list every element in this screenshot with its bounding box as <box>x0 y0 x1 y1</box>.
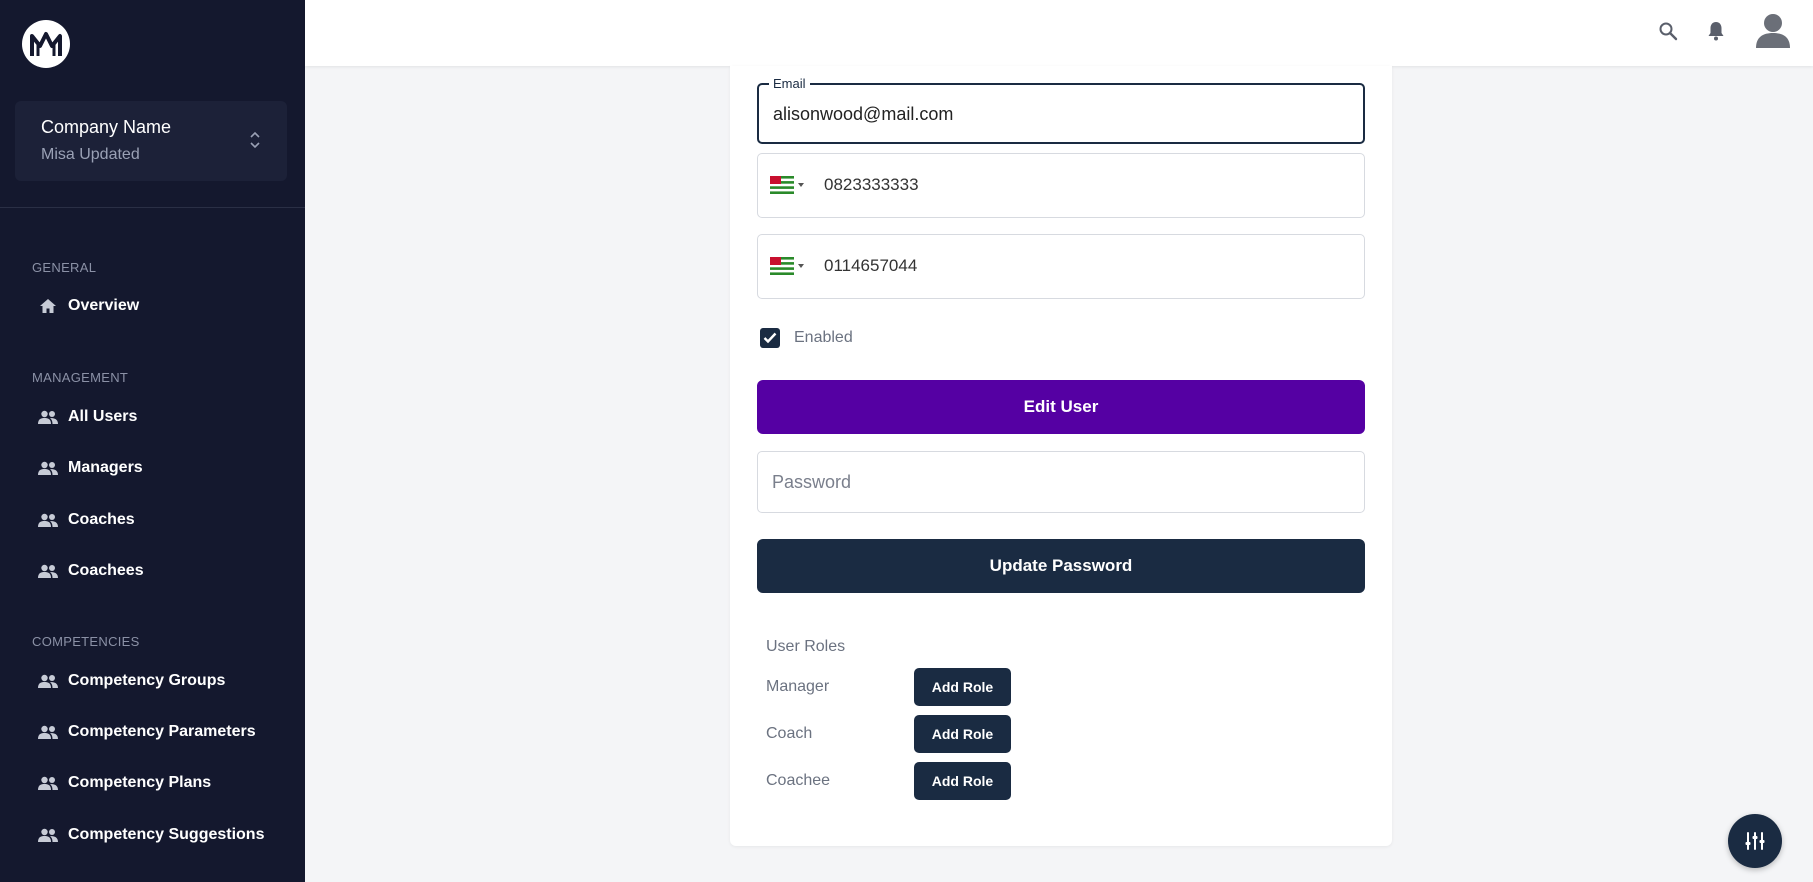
sidebar-item-competency-groups[interactable]: Competency Groups <box>38 667 225 695</box>
password-field[interactable]: Password <box>757 451 1365 513</box>
enabled-checkbox[interactable] <box>760 328 780 348</box>
add-role-button-manager[interactable]: Add Role <box>914 668 1011 706</box>
phone-input-secondary: 0114657044 <box>824 256 918 275</box>
edit-user-card: Email alisonwood@mail.com 0823333333 011… <box>730 66 1392 846</box>
users-icon <box>38 723 58 741</box>
sidebar-item-competency-suggestions[interactable]: Competency Suggestions <box>38 821 264 849</box>
sidebar: Company Name Misa Updated GENERAL Overvi… <box>0 0 305 882</box>
sidebar-item-label: Competency Groups <box>68 672 226 689</box>
sidebar-item-managers[interactable]: Managers <box>38 454 143 482</box>
sidebar-item-competency-parameters[interactable]: Competency Parameters <box>38 718 256 746</box>
settings-sliders-icon <box>1745 832 1765 850</box>
sidebar-item-label: Competency Suggestions <box>68 826 265 843</box>
sidebar-item-coachees[interactable]: Coachees <box>38 557 144 585</box>
users-icon <box>38 562 58 580</box>
sidebar-item-coaches[interactable]: Coaches <box>38 506 135 534</box>
email-label: Email <box>769 76 810 91</box>
avatar-icon[interactable] <box>1753 10 1793 50</box>
sidebar-divider <box>0 207 305 208</box>
company-switcher[interactable]: Company Name Misa Updated <box>15 101 287 181</box>
role-name: Coachee <box>766 772 831 789</box>
chevron-up-down-icon <box>250 131 260 149</box>
users-icon <box>38 408 58 426</box>
sidebar-item-competency-plans[interactable]: Competency Plans <box>38 769 211 797</box>
country-flag-icon[interactable] <box>770 176 794 194</box>
sidebar-item-all-users[interactable]: All Users <box>38 403 137 431</box>
nav-section-competencies: COMPETENCIES <box>32 634 140 649</box>
company-subtitle: Misa Updated <box>41 146 140 163</box>
role-row-coachee: Coachee Add Role <box>766 762 1011 800</box>
users-icon <box>38 774 58 792</box>
users-icon <box>38 459 58 477</box>
company-title: Company Name <box>41 117 172 137</box>
nav-section-general: GENERAL <box>32 260 97 275</box>
phone-field-primary[interactable]: 0823333333 <box>757 153 1365 218</box>
add-role-button-coach[interactable]: Add Role <box>914 715 1011 753</box>
sidebar-item-label: Overview <box>68 297 140 314</box>
search-icon[interactable] <box>1655 18 1681 44</box>
update-password-button[interactable]: Update Password <box>757 539 1365 593</box>
add-role-button-coachee[interactable]: Add Role <box>914 762 1011 800</box>
country-flag-icon[interactable] <box>770 257 794 275</box>
check-icon <box>763 332 777 344</box>
sidebar-item-label: All Users <box>68 408 138 425</box>
nav-section-management: MANAGEMENT <box>32 370 129 385</box>
logo-mark-icon <box>30 32 62 56</box>
sidebar-item-label: Competency Parameters <box>68 723 256 740</box>
sidebar-item-label: Competency Plans <box>68 774 212 791</box>
sidebar-item-label: Coachees <box>68 562 144 579</box>
edit-user-button[interactable]: Edit User <box>757 380 1365 434</box>
chevron-down-icon[interactable] <box>798 264 804 268</box>
password-placeholder: Password <box>772 472 852 492</box>
phone-input-primary: 0823333333 <box>824 175 919 194</box>
phone-field-secondary[interactable]: 0114657044 <box>757 234 1365 299</box>
users-icon <box>38 672 58 690</box>
enabled-checkbox-row[interactable]: Enabled <box>760 328 853 348</box>
email-field[interactable]: Email alisonwood@mail.com <box>757 76 1365 144</box>
chevron-down-icon[interactable] <box>798 183 804 187</box>
email-value: alisonwood@mail.com <box>773 104 954 124</box>
sidebar-item-label: Coaches <box>68 511 135 528</box>
bell-icon[interactable] <box>1703 18 1729 44</box>
role-name: Manager <box>766 678 830 695</box>
role-row-coach: Coach Add Role <box>766 715 1011 753</box>
users-icon <box>38 826 58 844</box>
home-icon <box>38 297 58 315</box>
role-name: Coach <box>766 725 813 742</box>
users-icon <box>38 511 58 529</box>
enabled-label: Enabled <box>794 329 853 346</box>
sidebar-item-label: Managers <box>68 459 143 476</box>
settings-fab[interactable] <box>1728 814 1782 868</box>
app-logo[interactable] <box>22 20 70 68</box>
role-row-manager: Manager Add Role <box>766 668 1011 706</box>
sidebar-item-overview[interactable]: Overview <box>38 292 139 320</box>
top-bar <box>305 0 1813 66</box>
user-roles-title: User Roles <box>766 638 846 655</box>
